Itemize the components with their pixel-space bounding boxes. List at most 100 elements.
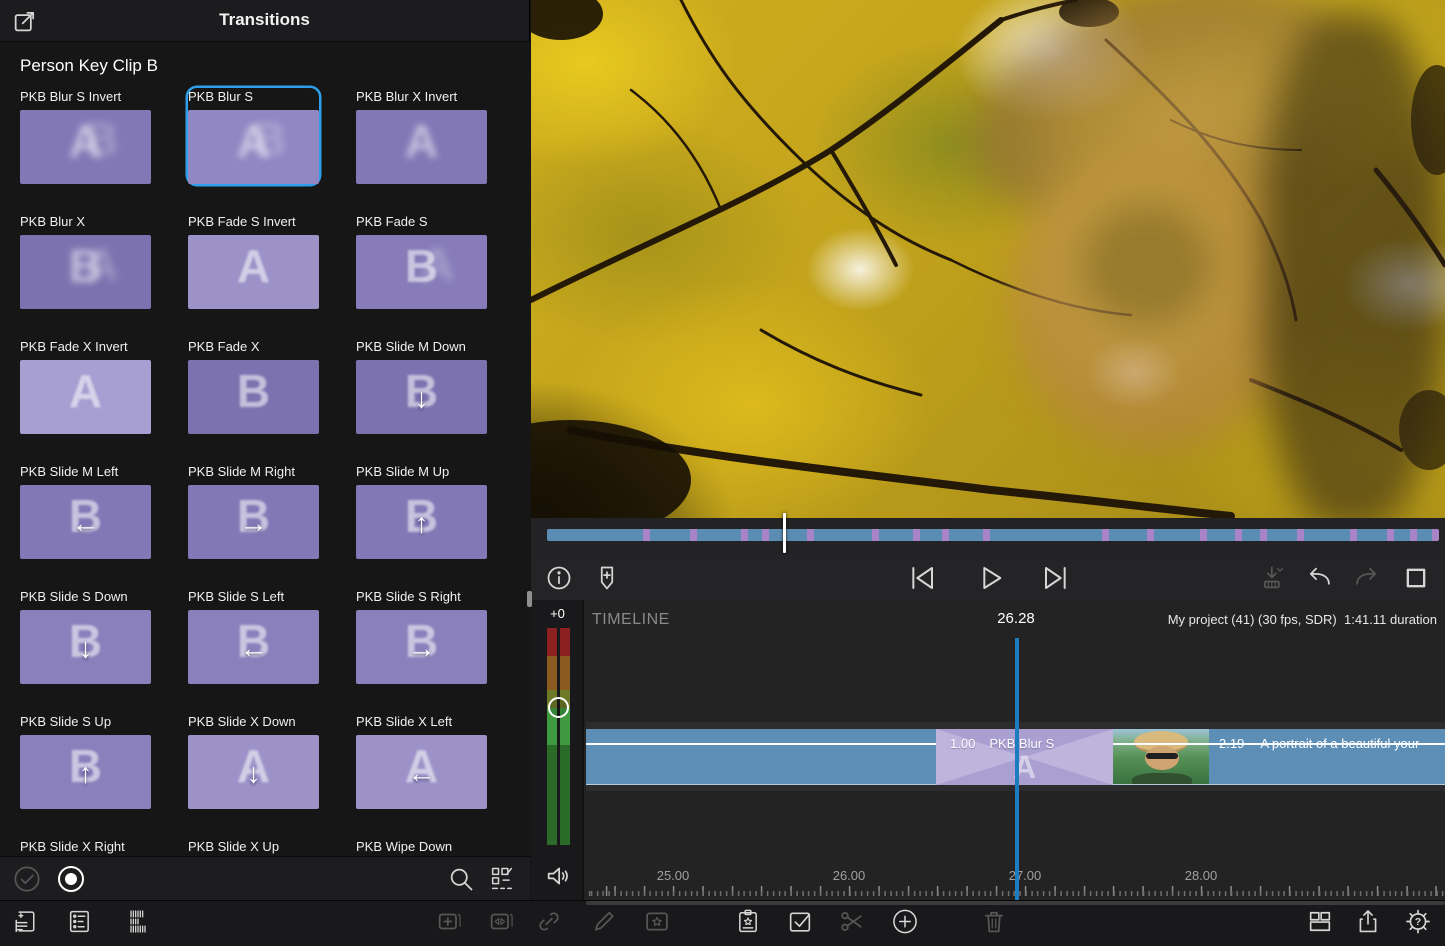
transition-tile[interactable]: PKB Slide S UpB↑ (20, 713, 151, 809)
scrubber-clip-segment (990, 529, 1102, 541)
stop-square-icon (1402, 564, 1430, 592)
tile-label: PKB Blur X Invert (356, 88, 487, 106)
preview-scrubber[interactable] (547, 529, 1439, 541)
tile-thumbnail: A← (356, 735, 487, 809)
add-clip-button[interactable] (891, 907, 919, 940)
timeline-horizontal-scrollbar[interactable] (586, 901, 1445, 905)
scrubber-clip-segment (949, 529, 983, 541)
add-transition-button[interactable] (487, 907, 515, 940)
transition-tile[interactable]: PKB Slide M RightB→ (188, 463, 319, 559)
preview-transition-button[interactable] (55, 864, 87, 894)
timeline-playhead[interactable] (1015, 638, 1019, 900)
stop-fullscreen-button[interactable] (1402, 564, 1430, 592)
layout-switcher-button[interactable] (1306, 907, 1334, 940)
preview-scrubber-row (531, 518, 1445, 555)
transition-tile[interactable]: PKB Fade X B (188, 338, 319, 434)
audio-levels-button[interactable] (124, 907, 152, 940)
tile-arrow-icon: ← (20, 507, 151, 539)
transition-tile[interactable]: PKB Fade SAB (356, 213, 487, 309)
clip-info-button[interactable] (545, 564, 573, 592)
scrubber-clip-segment (547, 529, 643, 541)
tile-label: PKB Blur S (188, 88, 319, 106)
redo-icon (1353, 564, 1381, 592)
undo-button[interactable] (1305, 564, 1333, 592)
scrubber-playhead[interactable] (783, 513, 786, 553)
skip-back-icon (906, 562, 938, 594)
redo-button[interactable] (1353, 564, 1381, 592)
insert-to-timeline-button[interactable] (1259, 564, 1287, 592)
scrubber-transition-segment (1387, 529, 1394, 541)
tile-label: PKB Slide M Up (356, 463, 487, 481)
transition-tile[interactable]: PKB Blur XAB (20, 213, 151, 309)
transition-tile[interactable]: PKB Slide S LeftB← (188, 588, 319, 684)
view-options-button[interactable] (486, 864, 518, 894)
paste-attributes-button[interactable] (734, 907, 762, 940)
tile-label: PKB Slide X Right (20, 838, 151, 856)
transition-tile[interactable]: PKB Wipe DownA (356, 838, 487, 856)
scrubber-transition-segment (1410, 529, 1417, 541)
timeline-transition-clip[interactable]: 1.00PKB Blur S A (936, 729, 1113, 785)
transition-tile[interactable]: PKB Slide S RightB→ (356, 588, 487, 684)
scrubber-clip-segment (1417, 529, 1432, 541)
panel-resize-handle[interactable] (527, 591, 532, 607)
split-clip-button[interactable] (838, 907, 866, 940)
viewer-and-timeline: +0 TIMELINE 26.28 My project (41) (30 fp… (531, 0, 1445, 900)
transition-tile[interactable]: PKB Blur SBA (188, 88, 319, 184)
transition-tile[interactable]: PKB Slide M UpB↑ (356, 463, 487, 559)
clipboard-star-icon (734, 907, 762, 935)
scrubber-transition-segment (872, 529, 879, 541)
timeline-clip-a[interactable] (586, 729, 936, 785)
transition-tile[interactable]: PKB Fade X InvertA (20, 338, 151, 434)
tile-label: PKB Fade X (188, 338, 319, 356)
transition-tile[interactable]: PKB Blur S InvertBA (20, 88, 151, 184)
tile-label: PKB Blur X (20, 213, 151, 231)
transition-tile[interactable]: PKB Slide M DownB↓ (356, 338, 487, 434)
mute-button[interactable] (544, 862, 572, 895)
confirm-selection-button[interactable] (11, 864, 43, 894)
settings-help-button[interactable]: ? (1404, 907, 1432, 940)
transition-tile[interactable]: PKB Blur X InvertA (356, 88, 487, 184)
ruler-time-label: 27.00 (1009, 868, 1042, 883)
delete-clip-button[interactable] (980, 907, 1008, 940)
project-info: My project (41) (30 fps, SDR) 1:41.11 du… (1168, 612, 1437, 627)
transition-tile[interactable]: PKB Slide X DownA↓ (188, 713, 319, 809)
transition-tile[interactable]: PKB Slide X UpA (188, 838, 319, 856)
tile-arrow-icon: → (188, 507, 319, 539)
multi-select-button[interactable] (786, 907, 814, 940)
edit-clip-button[interactable] (590, 907, 618, 940)
volume-rubber-band[interactable] (586, 743, 936, 745)
volume-knob[interactable] (548, 697, 569, 718)
transition-tile[interactable]: PKB Slide X RightA (20, 838, 151, 856)
scrubber-clip-segment (1394, 529, 1410, 541)
skip-to-next-button[interactable] (1040, 562, 1072, 594)
scrubber-clip-segment (650, 529, 690, 541)
tile-label: PKB Wipe Down (356, 838, 487, 856)
frame-add-icon (435, 907, 463, 935)
timeline-clip-b[interactable]: 2.19A portrait of a beautiful your (1113, 729, 1445, 785)
add-title-clip-button[interactable] (435, 907, 463, 940)
volume-rubber-band[interactable] (1113, 743, 1445, 745)
clip-effects-button[interactable] (643, 907, 671, 940)
search-button[interactable] (445, 864, 477, 894)
skip-to-previous-button[interactable] (906, 562, 938, 594)
transition-tile[interactable]: PKB Slide M LeftB← (20, 463, 151, 559)
scrubber-transition-segment (1102, 529, 1109, 541)
search-icon (447, 865, 475, 893)
transition-tile[interactable]: PKB Slide S DownB↓ (20, 588, 151, 684)
lumafusion-app: Transitions ··· Person Key Clip B PKB Bl… (0, 0, 1445, 946)
add-marker-button[interactable] (593, 564, 621, 592)
tile-arrow-icon: ↓ (188, 757, 319, 789)
tile-thumbnail: B↓ (356, 360, 487, 434)
transition-tile[interactable]: PKB Slide X LeftA← (356, 713, 487, 809)
media-library-button[interactable] (11, 907, 39, 940)
scrubber-transition-segment (1297, 529, 1304, 541)
tile-label: PKB Slide S Up (20, 713, 151, 731)
link-clips-button[interactable] (535, 907, 563, 940)
sources-list-button[interactable] (66, 907, 94, 940)
tile-thumbnail: A (188, 235, 319, 309)
play-button[interactable] (975, 562, 1007, 594)
tile-thumbnail: B (188, 360, 319, 434)
transition-name: PKB Blur S (989, 736, 1054, 751)
transition-tile[interactable]: PKB Fade S InvertA (188, 213, 319, 309)
share-export-button[interactable] (1354, 907, 1382, 940)
